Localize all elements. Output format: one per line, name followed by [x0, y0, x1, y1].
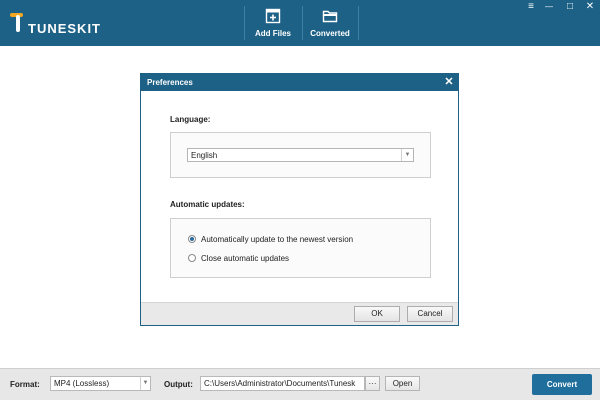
toolbar-divider — [244, 6, 245, 40]
radio-unchecked-icon — [188, 254, 196, 262]
maximize-icon[interactable]: □ — [563, 1, 577, 13]
dialog-close-icon[interactable]: ✕ — [443, 75, 455, 89]
toolbar-divider — [358, 6, 359, 40]
tuneskit-logo: TUNESKIT — [10, 12, 120, 36]
format-value: MP4 (Lossless) — [54, 379, 110, 388]
dialog-header: Preferences ✕ — [141, 74, 458, 91]
chevron-down-icon: ▼ — [140, 377, 150, 390]
minimize-icon[interactable]: — — [542, 1, 556, 13]
updates-group — [170, 218, 431, 278]
language-select[interactable]: English ▼ — [187, 148, 414, 162]
radio-checked-icon — [188, 235, 196, 243]
open-button[interactable]: Open — [385, 376, 420, 391]
chevron-down-icon: ▼ — [401, 149, 413, 161]
menu-icon[interactable]: ≡ — [524, 1, 538, 13]
dialog-footer: OK Cancel — [141, 302, 458, 325]
radio-close-updates-label: Close automatic updates — [201, 254, 290, 263]
brand-name: TUNESKIT — [28, 21, 101, 36]
add-file-icon — [265, 8, 281, 24]
updates-label: Automatic updates: — [170, 200, 245, 209]
radio-auto-update-label: Automatically update to the newest versi… — [201, 235, 354, 244]
format-label: Format: — [10, 380, 40, 389]
title-bar: TUNESKIT Add Files Converted ≡ — □ ✕ — [0, 0, 600, 46]
cancel-button[interactable]: Cancel — [407, 306, 453, 322]
convert-button[interactable]: Convert — [532, 374, 592, 395]
output-label: Output: — [164, 380, 193, 389]
output-path-value: C:\Users\Administrator\Documents\Tunesk — [204, 379, 356, 388]
browse-button[interactable]: ··· — [365, 376, 380, 391]
output-path-field[interactable]: C:\Users\Administrator\Documents\Tunesk — [200, 376, 365, 391]
language-value: English — [191, 151, 218, 160]
ok-button[interactable]: OK — [354, 306, 400, 322]
bottom-bar: Format: MP4 (Lossless) ▼ Output: C:\User… — [0, 368, 600, 400]
converted-button[interactable]: Converted — [303, 8, 357, 42]
folder-icon — [322, 8, 338, 24]
dialog-title: Preferences — [147, 78, 193, 87]
converted-label: Converted — [310, 29, 350, 38]
add-files-button[interactable]: Add Files — [246, 8, 300, 42]
close-icon[interactable]: ✕ — [583, 1, 597, 13]
preferences-dialog: Preferences ✕ Language: English ▼ Automa… — [140, 73, 459, 326]
language-label: Language: — [170, 115, 211, 124]
format-select[interactable]: MP4 (Lossless) ▼ — [50, 376, 151, 391]
add-files-label: Add Files — [254, 29, 291, 38]
